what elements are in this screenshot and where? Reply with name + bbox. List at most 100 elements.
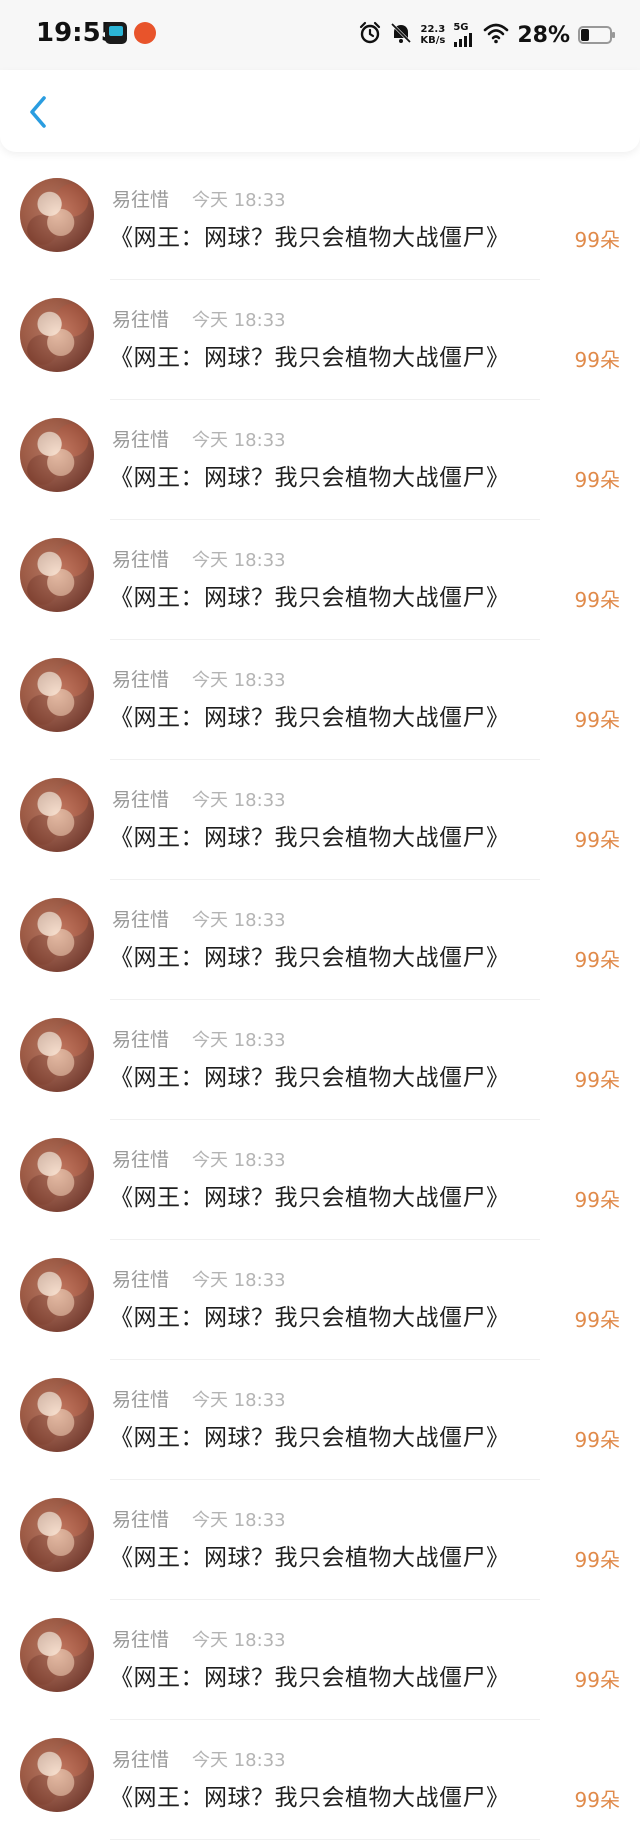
book-title[interactable]: 《网王：网球？我只会植物大战僵尸》 — [110, 1778, 510, 1812]
timestamp: 今天 18:33 — [192, 1150, 286, 1171]
list-item[interactable]: 易往惜 今天 18:33 《网王：网球？我只会植物大战僵尸》 99朵 — [0, 760, 640, 880]
avatar[interactable] — [20, 898, 94, 972]
avatar[interactable] — [20, 298, 94, 372]
net-speed-value: 22.3 — [420, 24, 446, 35]
chevron-left-icon — [30, 96, 46, 128]
gift-count: 99朵 — [574, 228, 620, 252]
avatar[interactable] — [20, 1738, 94, 1812]
book-title[interactable]: 《网王：网球？我只会植物大战僵尸》 — [110, 458, 510, 492]
avatar[interactable] — [20, 178, 94, 252]
list-item[interactable]: 易往惜 今天 18:33 《网王：网球？我只会植物大战僵尸》 99朵 — [0, 880, 640, 1000]
list-item[interactable]: 易往惜 今天 18:33 《网王：网球？我只会植物大战僵尸》 99朵 — [0, 160, 640, 280]
net-speed: 22.3 KB/s — [420, 24, 445, 46]
list-item[interactable]: 易往惜 今天 18:33 《网王：网球？我只会植物大战僵尸》 99朵 — [0, 400, 640, 520]
gift-count: 99朵 — [574, 1068, 620, 1092]
user-name[interactable]: 易往惜 — [112, 425, 169, 452]
gift-count: 99朵 — [574, 1188, 620, 1212]
status-icons: 22.3 KB/s 5G 28% — [358, 18, 615, 52]
book-title[interactable]: 《网王：网球？我只会植物大战僵尸》 — [110, 1298, 510, 1332]
avatar[interactable] — [20, 1618, 94, 1692]
avatar[interactable] — [20, 1258, 94, 1332]
avatar[interactable] — [20, 1138, 94, 1212]
avatar[interactable] — [20, 778, 94, 852]
gift-count: 99朵 — [574, 588, 620, 612]
user-name[interactable]: 易往惜 — [112, 1505, 169, 1532]
avatar[interactable] — [20, 1498, 94, 1572]
net-speed-unit: KB/s — [420, 35, 446, 46]
timestamp: 今天 18:33 — [192, 1270, 286, 1291]
timestamp: 今天 18:33 — [192, 790, 286, 811]
avatar[interactable] — [20, 418, 94, 492]
timestamp: 今天 18:33 — [192, 1030, 286, 1051]
list-item[interactable]: 易往惜 今天 18:33 《网王：网球？我只会植物大战僵尸》 99朵 — [0, 280, 640, 400]
list-item[interactable]: 易往惜 今天 18:33 《网王：网球？我只会植物大战僵尸》 99朵 — [0, 1360, 640, 1480]
battery-percent: 28% — [517, 22, 570, 48]
list-item[interactable]: 易往惜 今天 18:33 《网王：网球？我只会植物大战僵尸》 99朵 — [0, 1600, 640, 1720]
timestamp: 今天 18:33 — [192, 190, 286, 211]
avatar[interactable] — [20, 538, 94, 612]
book-title[interactable]: 《网王：网球？我只会植物大战僵尸》 — [110, 1538, 510, 1572]
gift-record-list: 易往惜 今天 18:33 《网王：网球？我只会植物大战僵尸》 99朵 易往惜 今… — [0, 160, 640, 1840]
user-name[interactable]: 易往惜 — [112, 1385, 169, 1412]
list-item[interactable]: 易往惜 今天 18:33 《网王：网球？我只会植物大战僵尸》 99朵 — [0, 1120, 640, 1240]
book-title[interactable]: 《网王：网球？我只会植物大战僵尸》 — [110, 698, 510, 732]
book-title[interactable]: 《网王：网球？我只会植物大战僵尸》 — [110, 938, 510, 972]
timestamp: 今天 18:33 — [192, 910, 286, 931]
wifi-icon — [483, 22, 509, 48]
app-notification-icon-2 — [134, 22, 156, 44]
user-name[interactable]: 易往惜 — [112, 665, 169, 692]
battery-icon — [578, 26, 615, 44]
user-name[interactable]: 易往惜 — [112, 545, 169, 572]
gift-count: 99朵 — [574, 1668, 620, 1692]
user-name[interactable]: 易往惜 — [112, 1025, 169, 1052]
list-item[interactable]: 易往惜 今天 18:33 《网王：网球？我只会植物大战僵尸》 99朵 — [0, 520, 640, 640]
gift-count: 99朵 — [574, 1548, 620, 1572]
gift-count: 99朵 — [574, 468, 620, 492]
book-title[interactable]: 《网王：网球？我只会植物大战僵尸》 — [110, 1058, 510, 1092]
list-item[interactable]: 易往惜 今天 18:33 《网王：网球？我只会植物大战僵尸》 99朵 — [0, 640, 640, 760]
list-item[interactable]: 易往惜 今天 18:33 《网王：网球？我只会植物大战僵尸》 99朵 — [0, 1480, 640, 1600]
battery-level — [581, 29, 589, 41]
avatar[interactable] — [20, 1378, 94, 1452]
avatar[interactable] — [20, 1018, 94, 1092]
gift-count: 99朵 — [574, 1428, 620, 1452]
timestamp: 今天 18:33 — [192, 1750, 286, 1771]
user-name[interactable]: 易往惜 — [112, 1145, 169, 1172]
gift-count: 99朵 — [574, 1788, 620, 1812]
book-title[interactable]: 《网王：网球？我只会植物大战僵尸》 — [110, 1178, 510, 1212]
avatar[interactable] — [20, 658, 94, 732]
user-name[interactable]: 易往惜 — [112, 1745, 169, 1772]
user-name[interactable]: 易往惜 — [112, 305, 169, 332]
timestamp: 今天 18:33 — [192, 550, 286, 571]
timestamp: 今天 18:33 — [192, 1390, 286, 1411]
back-button[interactable] — [18, 92, 58, 132]
gift-count: 99朵 — [574, 708, 620, 732]
timestamp: 今天 18:33 — [192, 670, 286, 691]
user-name[interactable]: 易往惜 — [112, 785, 169, 812]
user-name[interactable]: 易往惜 — [112, 905, 169, 932]
book-title[interactable]: 《网王：网球？我只会植物大战僵尸》 — [110, 1418, 510, 1452]
network-type: 5G — [453, 22, 469, 33]
list-item[interactable]: 易往惜 今天 18:33 《网王：网球？我只会植物大战僵尸》 99朵 — [0, 1720, 640, 1840]
book-title[interactable]: 《网王：网球？我只会植物大战僵尸》 — [110, 818, 510, 852]
book-title[interactable]: 《网王：网球？我只会植物大战僵尸》 — [110, 338, 510, 372]
gift-count: 99朵 — [574, 948, 620, 972]
timestamp: 今天 18:33 — [192, 1630, 286, 1651]
signal-icon: 5G — [453, 23, 475, 47]
book-title[interactable]: 《网王：网球？我只会植物大战僵尸》 — [110, 1658, 510, 1692]
alarm-icon — [358, 21, 382, 49]
timestamp: 今天 18:33 — [192, 1510, 286, 1531]
app-notification-icon — [105, 22, 127, 44]
user-name[interactable]: 易往惜 — [112, 1625, 169, 1652]
top-nav-bar — [0, 70, 640, 152]
book-title[interactable]: 《网王：网球？我只会植物大战僵尸》 — [110, 578, 510, 612]
list-item[interactable]: 易往惜 今天 18:33 《网王：网球？我只会植物大战僵尸》 99朵 — [0, 1240, 640, 1360]
gift-count: 99朵 — [574, 1308, 620, 1332]
list-item[interactable]: 易往惜 今天 18:33 《网王：网球？我只会植物大战僵尸》 99朵 — [0, 1000, 640, 1120]
mute-icon — [390, 21, 412, 49]
user-name[interactable]: 易往惜 — [112, 1265, 169, 1292]
user-name[interactable]: 易往惜 — [112, 185, 169, 212]
gift-count: 99朵 — [574, 348, 620, 372]
timestamp: 今天 18:33 — [192, 310, 286, 331]
book-title[interactable]: 《网王：网球？我只会植物大战僵尸》 — [110, 218, 510, 252]
